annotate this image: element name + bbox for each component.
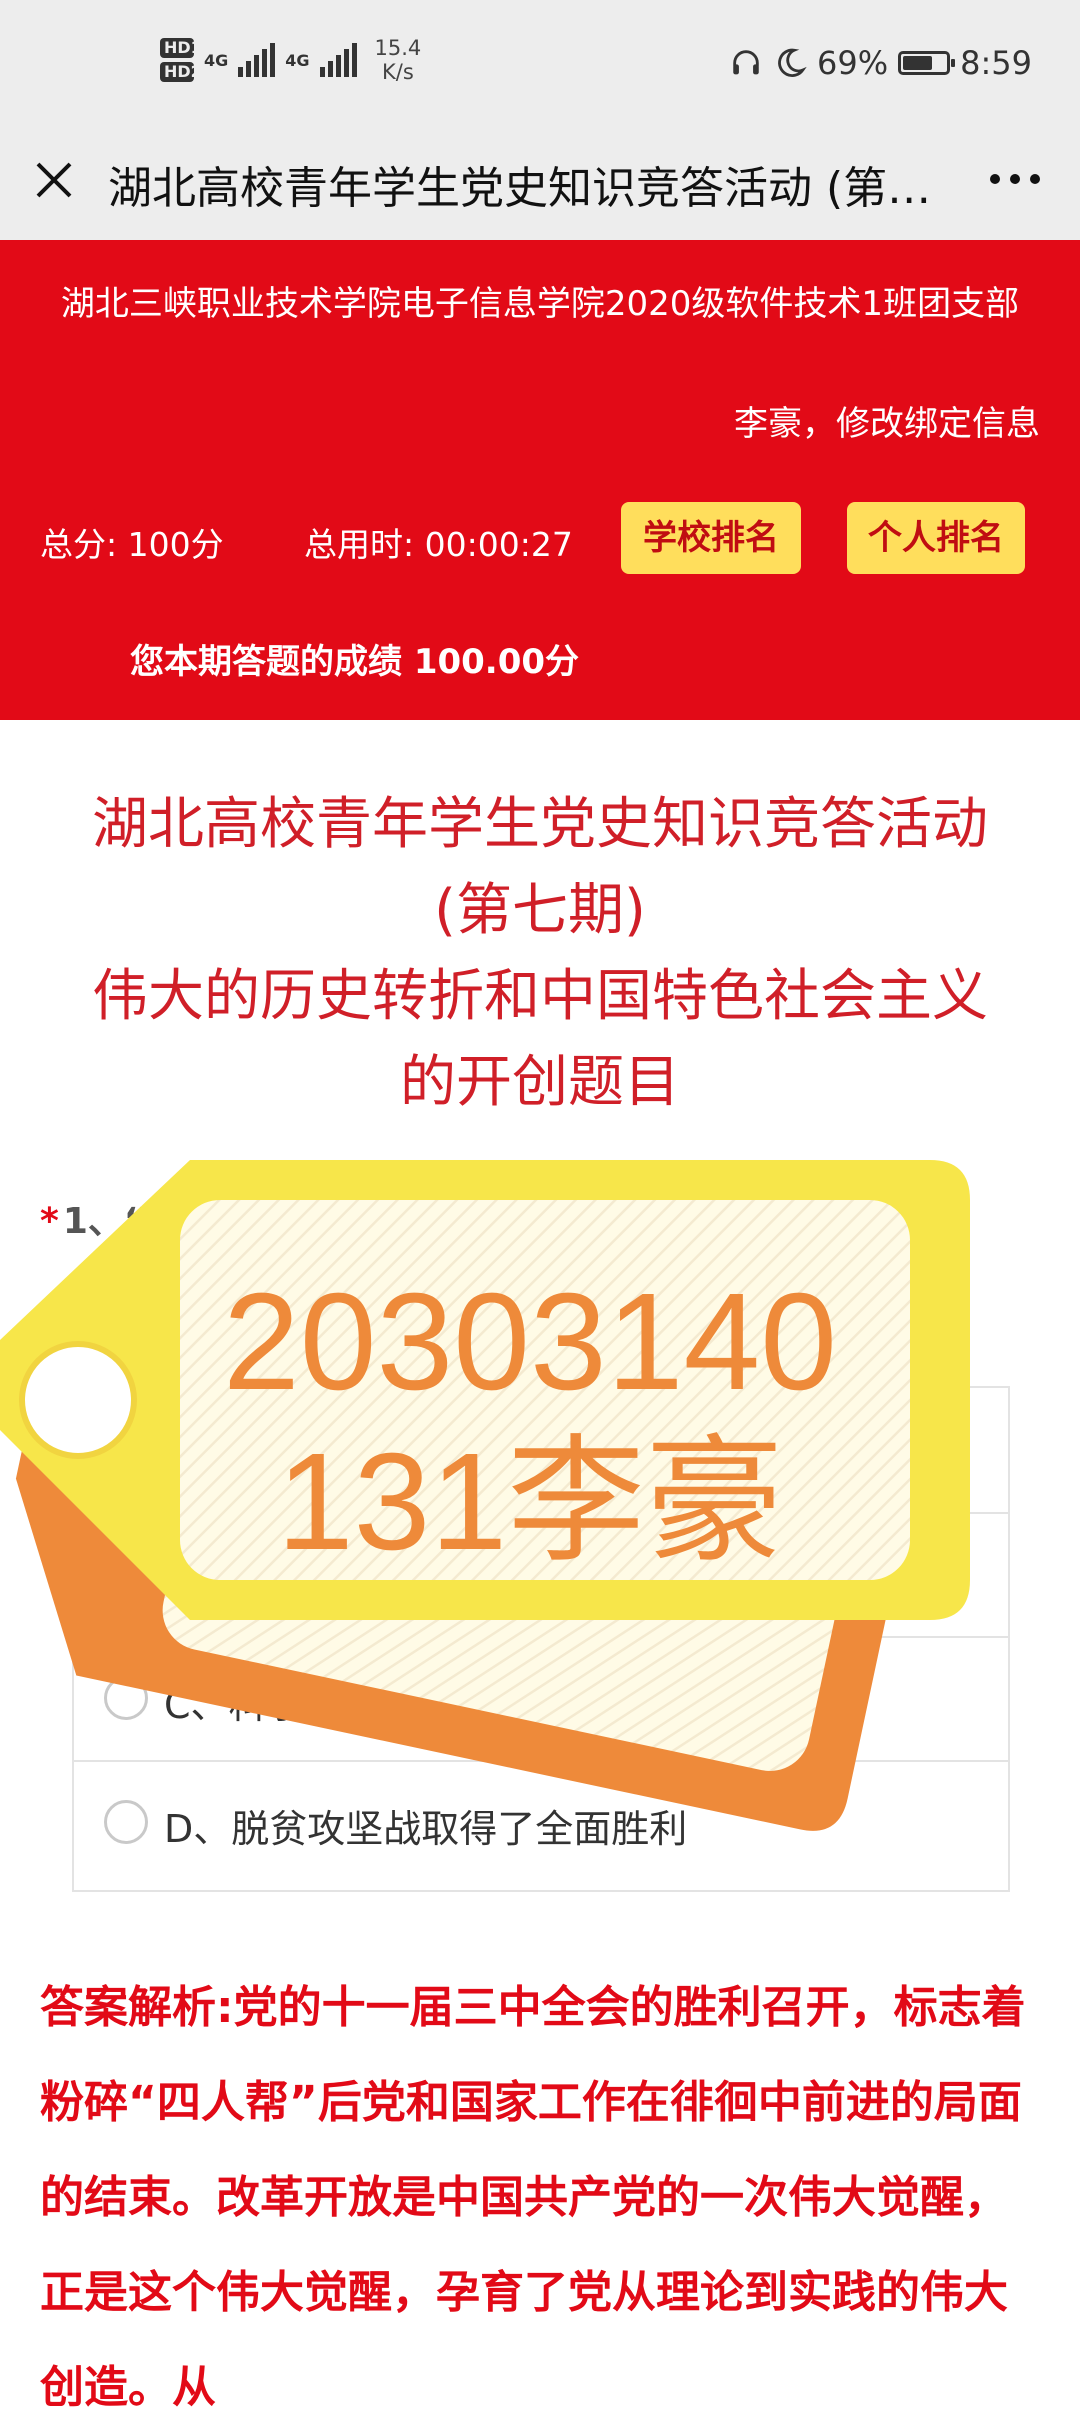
total-score: 总分: 100分 [40, 525, 224, 564]
option-c[interactable]: C、科学发展观 [74, 1636, 1008, 1762]
option-label: C、科学发展观 [164, 1683, 419, 1727]
option-b[interactable] [74, 1512, 1008, 1638]
network-type-1: 4G [204, 50, 229, 70]
answer-explanation: 答案解析:党的十一届三中全会的胜利召开，标志着粉碎“四人帮”后党和国家工作在徘徊… [40, 1982, 1026, 2413]
option-a[interactable] [74, 1388, 1008, 1514]
required-mark: * [40, 1201, 59, 1242]
signal-icon [238, 43, 276, 77]
page-title-line: 伟大的历史转折和中国特色社会主义 [92, 964, 988, 1029]
question-title: * 1、“能够与中国以改革开放中的重大事件”的事 [40, 1192, 1040, 1244]
nav-bar: 湖北高校青年学生党史知识竞答活动 (第… [0, 134, 1080, 240]
total-time: 总用时: 00:00:27 [304, 525, 573, 564]
status-right: 69% 8:59 [729, 44, 1032, 82]
result-text: 您本期答题的成绩 100.00分 [130, 642, 580, 682]
speed-unit: K/s [382, 60, 414, 84]
page-title-line: (第七期) [434, 878, 646, 943]
nav-title: 湖北高校青年学生党史知识竞答活动 (第… [108, 163, 932, 214]
question-text: 1、“能够与中国以改革开放中的重大事件”的事 [62, 1201, 820, 1242]
battery-percent: 69% [817, 44, 889, 82]
signal-group: HD1 HD2 4G 4G 15.4 K/s [160, 36, 421, 84]
more-icon[interactable] [990, 174, 1040, 184]
moon-icon [778, 48, 807, 77]
network-type-2: 4G [285, 50, 310, 70]
personal-rank-button[interactable]: 个人排名 [847, 502, 1025, 574]
speed-value: 15.4 [374, 36, 422, 60]
option-d[interactable]: D、脱贫攻坚战取得了全面胜利 [74, 1760, 1008, 1884]
radio-icon[interactable] [104, 1800, 148, 1844]
page-title-line: 的开创题目 [400, 1050, 680, 1115]
hd-icon: HD1 HD2 [160, 38, 202, 82]
score-header: 湖北三峡职业技术学院电子信息学院2020级软件技术1班团支部 李豪，修改绑定信息… [0, 240, 1080, 720]
close-icon[interactable] [30, 156, 78, 204]
network-speed: 15.4 K/s [375, 36, 422, 84]
organization-name: 湖北三峡职业技术学院电子信息学院2020级软件技术1班团支部 [60, 284, 1020, 324]
hd1-badge: HD1 [160, 38, 202, 58]
signal-icon [319, 43, 357, 77]
page-title-line: 湖北高校青年学生党史知识竞答活动 [92, 792, 988, 857]
clock: 8:59 [960, 44, 1032, 82]
status-bar: HD1 HD2 4G 4G 15.4 K/s 69% 8:59 [0, 0, 1080, 134]
radio-icon[interactable] [104, 1676, 148, 1720]
headset-icon [733, 50, 759, 75]
options-list: C、科学发展观 D、脱贫攻坚战取得了全面胜利 [72, 1386, 1010, 1892]
hd2-badge: HD2 [160, 62, 202, 82]
radio-icon[interactable] [104, 1428, 148, 1472]
user-binding-link[interactable]: 李豪，修改绑定信息 [734, 396, 1040, 445]
school-rank-button[interactable]: 学校排名 [621, 502, 801, 574]
option-label: D、脱贫攻坚战取得了全面胜利 [164, 1807, 688, 1851]
page-title: 湖北高校青年学生党史知识竞答活动 (第七期) 伟大的历史转折和中国特色社会主义 … [40, 782, 1040, 1126]
battery-icon [898, 51, 956, 75]
